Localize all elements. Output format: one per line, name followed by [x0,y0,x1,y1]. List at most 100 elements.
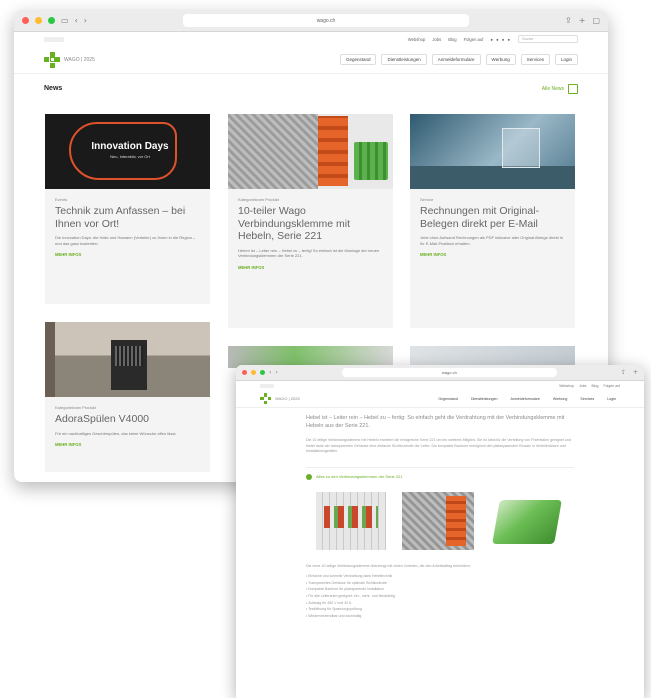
nav-item-1[interactable]: Gegenstand [434,396,462,402]
news-card-invoices[interactable]: Service Rechnungen mit Original-Belegen … [410,114,575,328]
card-description: Heben ist – Leiter rein – Hebel zu – fer… [238,247,380,259]
nav-item-3[interactable]: Anmeldeformulare [431,54,481,65]
close-window-button[interactable] [22,17,29,24]
card-image-laptop [410,114,575,189]
forward-icon[interactable]: › [84,16,87,25]
search-placeholder: Suche [522,36,534,41]
list-item: • Testöffnung für Spannungsprüfung [306,607,362,612]
card-description: Für ein nachhaltiges Geschirrspülen, das… [55,430,177,436]
news-card-innovation-days[interactable]: Innovation Days Neu, interaktiv, vor Ort… [45,114,210,304]
site-utility-bar: Webshop Jobs Blog Folgen auf [236,381,644,390]
card-more-link[interactable]: MEHR INFOS [55,252,200,257]
card-title[interactable]: AdoraSpülen V4000 [55,413,200,426]
card-title[interactable]: Technik zum Anfassen – bei Ihnen vor Ort… [55,205,200,230]
card-image-subtitle: Neu, interaktiv, vor Ort [110,154,150,159]
util-link-jobs[interactable]: Jobs [432,37,441,42]
language-selector[interactable] [44,36,64,42]
nav-item-2[interactable]: Dienstleistungen [381,54,427,65]
nav-item-login[interactable]: Login [554,54,578,65]
address-text: wago.ch [441,370,457,375]
nav-item-1[interactable]: Gegenstand [339,54,377,65]
share-icon[interactable]: ⇪ [621,369,626,376]
article-body: Hebel ist – Leiter rein – Hebel zu – fer… [236,408,644,619]
nav-item-5[interactable]: Services [576,396,598,402]
article-paragraph: Die 10-teilige Verbindungsklemme mit Heb… [306,438,571,454]
back-icon[interactable]: ‹ [269,369,271,376]
news-title: News [44,85,63,92]
browser-titlebar: ‹ › wago.ch ⇪ + [236,365,644,381]
list-item: • Wiederverwendbar und nachhaltig [306,613,362,618]
site-utility-bar: Webshop Jobs Blog Folgen auf ● ● ● ● Suc… [14,32,608,46]
address-text: wago.ch [316,17,336,24]
card-more-link[interactable]: MEHR INFOS [238,265,383,270]
util-link-blog[interactable]: Blog [591,384,598,388]
card-image-innovation-days: Innovation Days Neu, interaktiv, vor Ort [45,114,210,189]
screenshot-stage: ▭ ‹ › wago.ch ⇪ + ▢ Webshop Jobs Blog Fo… [0,0,651,698]
card-title[interactable]: Rechnungen mit Original-Belegen direkt p… [420,205,565,230]
minimize-window-button[interactable] [35,17,42,24]
back-icon[interactable]: ‹ [75,16,78,25]
product-image-clamp-green [492,499,562,544]
search-input[interactable]: Suche [518,35,578,43]
share-icon[interactable]: ⇪ [565,16,572,25]
new-tab-icon[interactable]: + [633,369,638,376]
feature-list-intro: Die neue 10-teilige Verbindungsklemme üb… [306,563,471,568]
forward-icon[interactable]: › [275,369,277,376]
logo-text: WAGO | 2025 [64,56,95,63]
card-description: Die Innovation Days: die Hallo und Haman… [55,235,196,246]
browser-titlebar: ▭ ‹ › wago.ch ⇪ + ▢ [14,10,608,32]
util-link-social[interactable]: Folgen auf [603,384,620,388]
main-navigation: WAGO | 2025 Gegenstand Dienstleistungen … [14,46,608,74]
new-tab-icon[interactable]: + [579,16,586,25]
product-image-clamp-set [316,491,386,550]
logo-cross-icon [44,51,60,68]
list-item: • Für alle Leiterarten geeignet: ein-, m… [306,593,395,598]
card-category: Kategoriekram Produkt [55,405,96,410]
util-link-social[interactable]: Folgen auf [464,37,484,42]
download-link[interactable]: Alles zu den Verbindungsklemmen der Seri… [306,473,574,480]
nav-item-4[interactable]: Werbung [485,54,516,65]
card-image-kitchen [45,322,210,397]
util-link-webshop[interactable]: Webshop [559,384,574,388]
list-item: • Transparentes Gehäuse für optimale Sic… [306,580,387,585]
card-image-wago-clamps [228,114,393,189]
nav-item-5[interactable]: Services [520,54,550,65]
nav-item-3[interactable]: Anmeldeformulare [507,396,544,402]
address-bar[interactable]: wago.ch [341,368,557,377]
util-link-webshop[interactable]: Webshop [408,37,426,42]
util-link-blog[interactable]: Blog [448,37,456,42]
card-image-title: Innovation Days [91,141,169,152]
maximize-window-button[interactable] [48,17,55,24]
all-news-link[interactable]: Alle News [541,83,578,94]
nav-item-4[interactable]: Werbung [549,396,572,402]
site-logo[interactable]: WAGO | 2025 [260,393,300,404]
card-title[interactable]: 10-teiler Wago Verbindungsklemme mit Heb… [238,205,383,243]
card-more-link[interactable]: MEHR INFOS [420,252,565,257]
download-label: Alles zu den Verbindungsklemmen der Seri… [316,474,403,480]
card-more-link[interactable]: MEHR INFOS [55,442,200,447]
util-link-jobs[interactable]: Jobs [579,384,586,388]
minimize-window-button[interactable] [251,370,256,375]
site-logo[interactable]: WAGO | 2025 [44,51,95,68]
close-window-button[interactable] [242,370,247,375]
download-icon [306,473,312,480]
tabs-overview-icon[interactable]: ▢ [592,16,600,25]
nav-item-login[interactable]: Login [603,396,620,402]
logo-text: WAGO | 2025 [275,396,300,401]
all-news-label: Alle News [541,85,564,92]
sidebar-toggle-icon[interactable]: ▭ [61,16,69,25]
language-selector[interactable] [260,383,274,388]
nav-item-2[interactable]: Dienstleistungen [467,396,502,402]
list-item: • Einfache und schnelle Verdrahtung dank… [306,574,393,579]
browser-window-article: ‹ › wago.ch ⇪ + Webshop Jobs Blog Folgen… [236,365,644,698]
news-card-adora[interactable]: Kategoriekram Produkt AdoraSpülen V4000 … [45,322,210,472]
divider [306,466,574,468]
maximize-window-button[interactable] [260,370,265,375]
article-lead: Hebel ist – Leiter rein – Hebel zu – fer… [306,415,565,429]
list-item: • Zulässig für 450 V und 32 A [306,600,352,605]
card-category: Service [420,197,434,202]
card-category: Events [55,197,68,202]
address-bar[interactable]: wago.ch [182,14,470,27]
news-card-wago-221[interactable]: Kategoriekram Produkt 10-teiler Wago Ver… [228,114,393,328]
social-icons[interactable]: ● ● ● ● [490,37,511,42]
